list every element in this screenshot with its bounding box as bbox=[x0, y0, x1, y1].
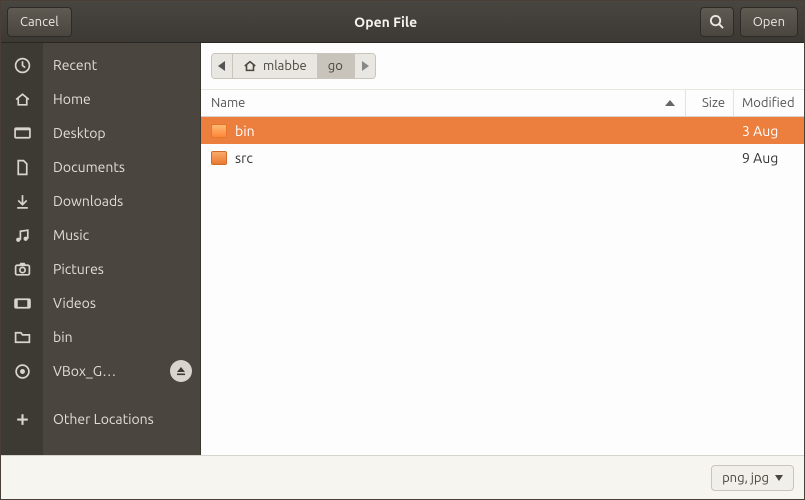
pathbar-container: mlabbego bbox=[201, 43, 804, 90]
sort-asc-icon bbox=[665, 100, 675, 106]
search-icon bbox=[709, 14, 724, 29]
content-pane: mlabbego Name Size Modified bin 3 Aug src 9… bbox=[201, 43, 804, 455]
triangle-down-icon bbox=[775, 475, 783, 481]
file-name: src bbox=[235, 150, 253, 166]
file-modified: 9 Aug bbox=[734, 150, 804, 166]
clock-icon bbox=[13, 55, 31, 75]
sidebar-item-videos[interactable]: Videos bbox=[43, 295, 200, 311]
document-icon bbox=[13, 157, 31, 177]
filetype-filter-label: png, jpg bbox=[722, 471, 769, 485]
eject-icon bbox=[176, 366, 186, 376]
sidebar-item-vbox-g-[interactable]: VBox_G… bbox=[43, 363, 170, 379]
sidebar-item-downloads[interactable]: Downloads bbox=[43, 193, 200, 209]
desktop-icon bbox=[13, 123, 31, 143]
camera-icon bbox=[13, 259, 31, 279]
triangle-right-icon bbox=[361, 61, 369, 71]
file-row[interactable]: src 9 Aug bbox=[201, 144, 804, 171]
column-name-label: Name bbox=[211, 96, 245, 110]
cancel-button[interactable]: Cancel bbox=[7, 7, 72, 37]
folder-icon bbox=[13, 327, 31, 347]
file-modified: 3 Aug bbox=[734, 123, 804, 139]
window-title: Open File bbox=[78, 14, 694, 30]
download-icon bbox=[13, 191, 31, 211]
sidebar-item-documents[interactable]: Documents bbox=[43, 159, 200, 175]
folder-icon bbox=[211, 124, 227, 138]
sidebar-item-bin[interactable]: bin bbox=[43, 329, 200, 345]
sidebar-labelstrip: Recent Home Desktop Documents Downloads Music… bbox=[43, 43, 200, 455]
titlebar: Cancel Open File Open bbox=[1, 1, 804, 43]
filetype-filter[interactable]: png, jpg bbox=[711, 465, 794, 491]
open-button[interactable]: Open bbox=[740, 7, 798, 37]
file-row[interactable]: bin 3 Aug bbox=[201, 117, 804, 144]
sidebar-item-other-locations[interactable]: Other Locations bbox=[43, 411, 200, 427]
plus-icon bbox=[13, 409, 31, 429]
folder-icon bbox=[211, 151, 227, 165]
disc-icon bbox=[13, 361, 31, 381]
search-button[interactable] bbox=[700, 7, 734, 37]
file-header: Name Size Modified bbox=[201, 90, 804, 117]
music-icon bbox=[13, 225, 31, 245]
eject-button[interactable] bbox=[170, 360, 192, 382]
triangle-left-icon bbox=[218, 61, 226, 71]
path-forward-button[interactable] bbox=[354, 54, 375, 78]
sidebar-iconstrip bbox=[1, 43, 43, 455]
video-icon bbox=[13, 293, 31, 313]
home-icon bbox=[13, 89, 31, 109]
sidebar: Recent Home Desktop Documents Downloads Music… bbox=[1, 43, 201, 455]
home-icon bbox=[243, 59, 257, 73]
path-back-button[interactable] bbox=[212, 54, 233, 78]
footer: png, jpg bbox=[1, 455, 804, 499]
sidebar-item-recent[interactable]: Recent bbox=[43, 57, 200, 73]
column-name[interactable]: Name bbox=[201, 90, 686, 116]
pathbar: mlabbego bbox=[211, 53, 376, 79]
column-size[interactable]: Size bbox=[686, 90, 734, 116]
file-list[interactable]: bin 3 Aug src 9 Aug bbox=[201, 117, 804, 455]
main-area: Recent Home Desktop Documents Downloads Music… bbox=[1, 43, 804, 455]
sidebar-item-pictures[interactable]: Pictures bbox=[43, 261, 200, 277]
path-segment-mlabbe[interactable]: mlabbe bbox=[233, 54, 318, 78]
sidebar-item-home[interactable]: Home bbox=[43, 91, 200, 107]
sidebar-item-desktop[interactable]: Desktop bbox=[43, 125, 200, 141]
column-modified[interactable]: Modified bbox=[734, 90, 804, 116]
file-name: bin bbox=[235, 123, 255, 139]
path-segment-go[interactable]: go bbox=[318, 54, 354, 78]
sidebar-item-music[interactable]: Music bbox=[43, 227, 200, 243]
